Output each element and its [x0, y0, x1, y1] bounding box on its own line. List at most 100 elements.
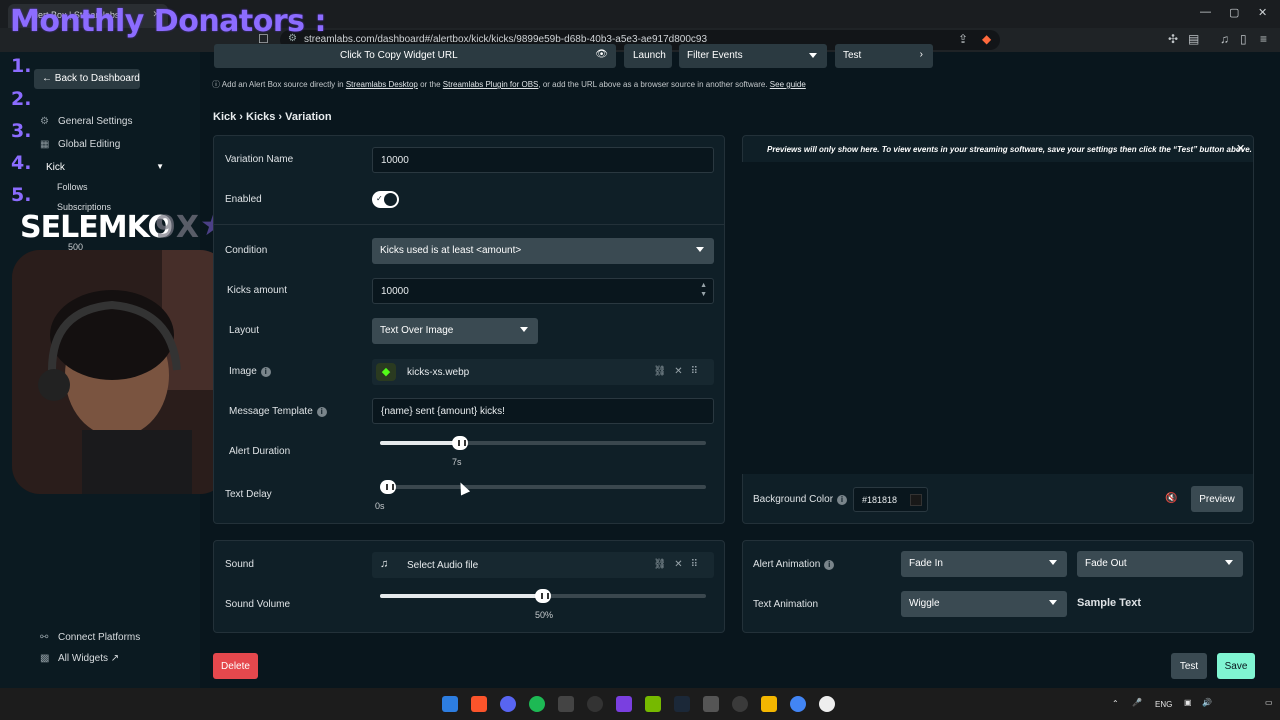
sidebar-item-general-settings[interactable]: ⚙ General Settings: [40, 116, 133, 127]
source-note-text: Add an Alert Box source directly in: [221, 80, 346, 89]
app-icon[interactable]: [732, 696, 748, 712]
info-icon[interactable]: i: [260, 367, 271, 377]
filter-label: Filter Events: [687, 50, 743, 61]
obs-plugin-link[interactable]: Streamlabs Plugin for OBS: [443, 80, 539, 89]
reading-list-icon[interactable]: ▤: [1188, 32, 1199, 46]
tray-chevron-icon[interactable]: ⌃: [1112, 699, 1119, 708]
bg-color-label-text: Background Color: [753, 494, 834, 505]
delete-button[interactable]: Delete: [213, 653, 258, 679]
stepper-icon[interactable]: ▲ ▼: [700, 281, 707, 299]
sidebar-item-label: General Settings: [58, 116, 133, 127]
streamlabs-desktop-link[interactable]: Streamlabs Desktop: [346, 80, 418, 89]
network-icon[interactable]: ▣: [1184, 698, 1192, 707]
eye-icon[interactable]: 👁: [595, 49, 608, 60]
obs-icon[interactable]: [587, 696, 603, 712]
donor-rank: 3.: [11, 120, 32, 142]
test-event-button[interactable]: Test ›: [835, 44, 933, 68]
close-icon[interactable]: ✕: [1236, 142, 1245, 155]
sidebar-item-all-widgets[interactable]: ▩ All Widgets ↗: [40, 653, 119, 664]
discord-icon[interactable]: [500, 696, 516, 712]
launch-button[interactable]: Launch: [624, 44, 672, 68]
animation-out-select[interactable]: Fade Out: [1077, 551, 1243, 577]
info-icon[interactable]: i: [824, 560, 835, 570]
file-actions-icons[interactable]: ⛓✕⠿: [654, 366, 706, 377]
info-icon[interactable]: i: [316, 407, 327, 417]
kicks-amount-input[interactable]: 10000 ▲ ▼: [372, 278, 714, 304]
brave-icon[interactable]: [471, 696, 487, 712]
sidebar-item-connect-platforms[interactable]: ⚯ Connect Platforms: [40, 632, 140, 643]
alert-duration-slider[interactable]: [380, 436, 706, 450]
file-actions-icons[interactable]: ⛓✕⠿: [654, 559, 706, 570]
test-label: Test: [843, 50, 862, 61]
variation-name-input[interactable]: 10000: [372, 147, 714, 173]
kicks-amount-label: Kicks amount: [227, 285, 288, 296]
extensions-icon[interactable]: ✣: [1168, 32, 1178, 46]
slider-handle[interactable]: [535, 589, 551, 603]
app-icon[interactable]: [616, 696, 632, 712]
text-animation-select[interactable]: Wiggle: [901, 591, 1067, 617]
microphone-icon[interactable]: 🎤: [1132, 698, 1142, 707]
filter-events-select[interactable]: Filter Events: [679, 44, 827, 68]
nvidia-icon[interactable]: [645, 696, 661, 712]
back-to-dashboard-button[interactable]: ← Back to Dashboard: [34, 69, 140, 89]
music-note-icon: ♫: [380, 558, 389, 570]
notifications-icon[interactable]: ▭: [1265, 698, 1273, 707]
save-button[interactable]: Save: [1217, 653, 1255, 679]
app-icon[interactable]: [558, 696, 574, 712]
app-icon[interactable]: [703, 696, 719, 712]
text-animation-value: Wiggle: [909, 598, 940, 609]
image-file-row[interactable]: ◆ kicks-xs.webp ⛓✕⠿: [372, 359, 714, 385]
media-player-icon[interactable]: [819, 696, 835, 712]
layout-select[interactable]: Text Over Image: [372, 318, 538, 344]
sidebar-item-kick[interactable]: Kick ▼: [40, 158, 168, 178]
spotify-icon[interactable]: [529, 696, 545, 712]
sidebar-item-label: All Widgets: [58, 653, 109, 664]
close-window-icon[interactable]: ✕: [1258, 6, 1267, 19]
chrome-icon[interactable]: [790, 696, 806, 712]
caret-down-icon: [696, 247, 704, 252]
language-indicator[interactable]: ENG: [1155, 700, 1172, 709]
maximize-icon[interactable]: ▢: [1229, 6, 1239, 19]
windows-start-icon[interactable]: [442, 696, 458, 712]
steam-icon[interactable]: [674, 696, 690, 712]
slider-handle[interactable]: [452, 436, 468, 450]
menu-icon[interactable]: ≡: [1260, 32, 1267, 46]
volume-icon[interactable]: 🔊: [1202, 698, 1212, 707]
brave-shield-icon[interactable]: ◆: [982, 32, 991, 46]
minimize-icon[interactable]: —: [1200, 6, 1211, 18]
layout-label: Layout: [229, 325, 260, 336]
message-template-input[interactable]: {name} sent {amount} kicks!: [372, 398, 714, 424]
text-delay-slider[interactable]: [380, 480, 706, 494]
copy-widget-url-button[interactable]: Click To Copy Widget URL 👁: [214, 44, 616, 68]
streamer-badge: 9X: [155, 210, 200, 245]
mute-icon[interactable]: 🔇: [1165, 493, 1177, 504]
sound-file-row[interactable]: ♫ Select Audio file ⛓✕⠿: [372, 552, 714, 578]
alert-duration-label: Alert Duration: [229, 446, 291, 457]
sidebar-item-global-editing[interactable]: ▦ Global Editing: [40, 139, 120, 150]
slider-handle[interactable]: [380, 480, 396, 494]
sound-volume-slider[interactable]: [380, 589, 706, 603]
sound-file-name: Select Audio file: [407, 560, 479, 571]
sidebar-item-follows[interactable]: Follows: [57, 182, 88, 192]
streamer-name: SELEMKO: [20, 210, 173, 245]
share-icon[interactable]: ⇪: [958, 32, 968, 46]
color-swatch[interactable]: [910, 494, 922, 506]
animation-in-value: Fade In: [909, 558, 943, 569]
background-color-input[interactable]: #181818: [853, 487, 928, 512]
sidebar-toggle-icon[interactable]: ▯: [1240, 32, 1247, 46]
animation-in-select[interactable]: Fade In: [901, 551, 1067, 577]
preview-button[interactable]: Preview: [1191, 486, 1243, 512]
back-label: Back to Dashboard: [54, 73, 140, 84]
animation-out-value: Fade Out: [1085, 558, 1127, 569]
test-button[interactable]: Test: [1171, 653, 1207, 679]
info-icon[interactable]: i: [837, 495, 848, 505]
external-link-icon: ↗: [110, 653, 120, 664]
enabled-toggle[interactable]: ✓: [372, 191, 399, 208]
donators-title: Monthly Donators :: [10, 4, 326, 39]
media-icon[interactable]: ♫: [1220, 32, 1229, 46]
text-animation-label: Text Animation: [753, 599, 819, 610]
see-guide-link[interactable]: See guide: [770, 80, 806, 89]
condition-select[interactable]: Kicks used is at least <amount>: [372, 238, 714, 264]
arrow-left-icon: ←: [42, 73, 55, 84]
folder-icon[interactable]: [761, 696, 777, 712]
